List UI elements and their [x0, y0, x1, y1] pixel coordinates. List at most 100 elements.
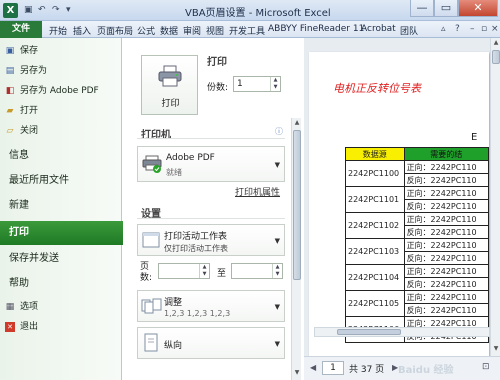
printer-status: 就绪: [166, 168, 182, 177]
copies-label: 份数:: [207, 83, 229, 93]
minimize-button[interactable]: —: [410, 0, 434, 17]
print-scope-dropdown[interactable]: 打印活动工作表 仅打印活动工作表 ▼: [137, 224, 285, 256]
scroll-up-icon[interactable]: ▲: [292, 118, 302, 128]
printer-name: Adobe PDF: [166, 153, 215, 163]
collate-dropdown[interactable]: 调整 1,2,3 1,2,3 1,2,3 ▼: [137, 290, 285, 322]
preview-scroll-thumb[interactable]: [492, 50, 500, 64]
help-icon[interactable]: ?: [455, 24, 460, 34]
nav-help[interactable]: 帮助: [0, 272, 122, 296]
scroll-up-icon[interactable]: ▲: [491, 38, 500, 48]
portrait-icon: [144, 333, 158, 352]
result-cell: 正向：2242PC110: [403, 186, 489, 200]
excel-app-icon[interactable]: X: [3, 3, 18, 18]
close-window-button[interactable]: ✕: [458, 0, 498, 17]
zoom-to-page-icon[interactable]: ⊡: [482, 362, 490, 372]
backstage-nav: ▣ 保存 ▤ 另存为 ◧ 另存为 Adobe PDF ▰ 打开 ▱ 关闭 信息 …: [0, 38, 126, 380]
tab-page-layout[interactable]: 页面布局: [97, 24, 133, 37]
save-as-icon: ▤: [5, 66, 15, 76]
source-cell: 2242PC1103: [345, 238, 405, 265]
preview-page: 电机正反转位号表 E 数据源 需要的结 2242PC1100 正向：2242PC1…: [309, 52, 489, 357]
result-cell: 反向：2242PC110: [403, 199, 489, 213]
tab-file[interactable]: 文件: [0, 21, 42, 38]
exit-icon: ✕: [5, 322, 15, 332]
scroll-down-icon[interactable]: ▼: [292, 368, 302, 378]
result-cell: 正向：2242PC110: [403, 238, 489, 252]
page-number-input[interactable]: 1: [322, 361, 344, 375]
tab-home[interactable]: 开始: [49, 24, 67, 37]
collate-sub: 1,2,3 1,2,3 1,2,3: [164, 309, 231, 318]
folder-open-icon: ▰: [6, 106, 14, 116]
printer-dropdown[interactable]: Adobe PDF 就绪 ▼: [137, 146, 285, 182]
prev-page-icon[interactable]: ◀: [310, 363, 316, 372]
result-cell: 反向：2242PC110: [403, 277, 489, 291]
nav-save-as-label: 另存为: [20, 66, 48, 76]
nav-new[interactable]: 新建: [0, 194, 122, 218]
scrollbar-thumb[interactable]: [293, 130, 301, 280]
quick-save-icon[interactable]: ▣: [24, 5, 33, 15]
collate-icon: [141, 298, 162, 314]
nav-info[interactable]: 信息: [0, 144, 122, 168]
nav-save-send[interactable]: 保存并发送: [0, 247, 122, 271]
tab-team[interactable]: 团队: [400, 24, 418, 37]
tab-acrobat[interactable]: Acrobat: [361, 24, 396, 34]
maximize-button[interactable]: ▭: [434, 0, 458, 17]
preview-v-scrollbar[interactable]: ▲ ▼: [490, 38, 500, 356]
workbook-minimize-icon[interactable]: –: [470, 24, 475, 34]
nav-open[interactable]: ▰ 打开: [0, 101, 122, 121]
nav-options[interactable]: ▦ 选项: [0, 297, 122, 317]
source-cell: 2242PC1101: [345, 186, 405, 213]
nav-close-label: 关闭: [20, 126, 39, 136]
table-row: 2242PC1103 正向：2242PC110: [345, 238, 489, 265]
settings-scrollbar[interactable]: ▲ ▼: [291, 118, 301, 380]
tab-abbyy[interactable]: ABBYY FineReader 11: [268, 24, 364, 34]
source-cell: 2242PC1105: [345, 290, 405, 317]
workbook-close-icon[interactable]: ×: [491, 24, 499, 34]
h-scrollbar-thumb[interactable]: [337, 329, 401, 335]
nav-save-as[interactable]: ▤ 另存为: [0, 61, 122, 81]
pages-to-spin-arrows[interactable]: ▲ ▼: [272, 264, 282, 278]
window-title: VBA页眉设置 - Microsoft Excel: [185, 8, 331, 19]
nav-save[interactable]: ▣ 保存: [0, 41, 122, 61]
tab-developer[interactable]: 开发工具: [229, 24, 265, 37]
copies-stepper[interactable]: 1 ▲ ▼: [233, 76, 281, 92]
preview-table: 数据源 需要的结 2242PC1100 正向：2242PC110 反向：2242PC…: [345, 147, 489, 343]
tab-data[interactable]: 数据: [160, 24, 178, 37]
workbook-restore-icon[interactable]: ▫: [481, 24, 487, 34]
pages-to-stepper[interactable]: ▲ ▼: [231, 263, 283, 279]
title-bar: X ▣ ↶ ↷ ▾ VBA页眉设置 - Microsoft Excel — ▭ …: [0, 0, 500, 21]
tab-view[interactable]: 视图: [206, 24, 224, 37]
nav-save-label: 保存: [20, 46, 39, 56]
nav-recent[interactable]: 最近所用文件: [0, 169, 122, 193]
redo-icon[interactable]: ↷: [52, 5, 60, 15]
result-cell: 正向：2242PC110: [403, 290, 489, 304]
nav-save-as-pdf[interactable]: ◧ 另存为 Adobe PDF: [0, 81, 122, 101]
preview-h-scrollbar[interactable]: [314, 327, 490, 337]
table-row: 2242PC1102 正向：2242PC110: [345, 212, 489, 239]
pages-from-stepper[interactable]: ▲ ▼: [158, 263, 210, 279]
ribbon-tabs: 文件 开始 插入 页面布局 公式 数据 审阅 视图 开发工具 ABBYY Fin…: [0, 21, 500, 38]
result-cell: 正向：2242PC110: [403, 160, 489, 174]
orientation-dropdown[interactable]: 纵向 ▼: [137, 327, 285, 359]
pages-from-spin-arrows[interactable]: ▲ ▼: [199, 264, 209, 278]
copies-spin-arrows[interactable]: ▲ ▼: [270, 77, 280, 91]
scroll-down-icon[interactable]: ▼: [491, 344, 500, 354]
printer-icon: [158, 65, 182, 87]
tab-review[interactable]: 审阅: [183, 24, 201, 37]
nav-close[interactable]: ▱ 关闭: [0, 121, 122, 141]
ribbon-minimize-icon[interactable]: ▵: [441, 24, 446, 34]
printer-info-icon[interactable]: ⓘ: [275, 126, 283, 137]
nav-exit[interactable]: ✕ 退出: [0, 317, 122, 337]
quick-access-dropdown-icon[interactable]: ▾: [66, 5, 71, 15]
print-button[interactable]: 打印: [141, 55, 198, 115]
orientation-main: 纵向: [164, 341, 183, 351]
print-scope-sub: 仅打印活动工作表: [164, 244, 228, 253]
result-cell: 反向：2242PC110: [403, 251, 489, 265]
close-file-icon: ▱: [6, 126, 14, 136]
tab-insert[interactable]: 插入: [73, 24, 91, 37]
print-preview: 电机正反转位号表 E 数据源 需要的结 2242PC1100 正向：2242PC1…: [304, 38, 500, 380]
nav-print[interactable]: 打印: [0, 221, 126, 245]
tab-formulas[interactable]: 公式: [137, 24, 155, 37]
undo-icon[interactable]: ↶: [38, 5, 46, 15]
printer-properties-link[interactable]: 打印机属性: [235, 185, 280, 198]
source-cell: 2242PC1100: [345, 160, 405, 187]
